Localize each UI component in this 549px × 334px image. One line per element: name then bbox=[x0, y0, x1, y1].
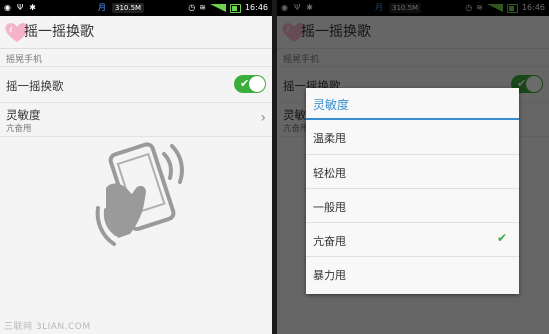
dialog-title: 灵敏度 bbox=[313, 98, 350, 112]
option-item[interactable]: 温柔甩 bbox=[306, 120, 519, 154]
battery-icon bbox=[229, 3, 241, 13]
divider bbox=[0, 66, 272, 67]
speed-indicator: 310.5M bbox=[112, 3, 145, 13]
option-item[interactable]: 轻松甩 bbox=[306, 154, 519, 189]
toggle-knob bbox=[249, 76, 265, 92]
debug-icon: ✱ bbox=[29, 3, 36, 12]
check-icon: ✔ bbox=[496, 231, 507, 245]
option-label: 一般甩 bbox=[313, 201, 346, 214]
carrier-badge: 月 bbox=[98, 3, 106, 12]
signal-icon bbox=[209, 4, 226, 12]
option-item-selected[interactable]: 亢奋甩 ✔ bbox=[306, 222, 519, 257]
sensitivity-dialog-screen: ◉ Ψ ✱ 月 310.5M ◷ ≋ 16:46 摇一摇换歌 摇晃手机 摇一摇换… bbox=[277, 0, 549, 334]
option-label: 亢奋甩 bbox=[313, 235, 346, 248]
status-bar: ◉ Ψ ✱ 月 310.5M ◷ ≋ 16:46 bbox=[0, 0, 272, 16]
action-bar: 摇一摇换歌 bbox=[0, 16, 272, 49]
sensitivity-dialog: 灵敏度 温柔甩 轻松甩 一般甩 亢奋甩 ✔ 暴力甩 bbox=[306, 88, 519, 294]
divider bbox=[0, 136, 272, 137]
sensitivity-label: 灵敏度 bbox=[6, 108, 41, 122]
section-header: 摇晃手机 bbox=[6, 55, 43, 65]
shake-toggle-switch[interactable]: ✔ bbox=[234, 75, 266, 93]
alarm-icon: ◷ bbox=[188, 3, 196, 12]
check-icon: ✔ bbox=[240, 77, 250, 90]
watermark: 三联网 3LIAN.COM bbox=[4, 322, 91, 332]
option-label: 暴力甩 bbox=[313, 269, 346, 282]
option-label: 温柔甩 bbox=[313, 132, 346, 145]
shake-phone-icon bbox=[95, 142, 184, 246]
option-item[interactable]: 一般甩 bbox=[306, 188, 519, 223]
sensitivity-value: 亢奋甩 bbox=[6, 124, 32, 134]
shake-toggle-label: 摇一摇换歌 bbox=[6, 79, 64, 93]
settings-screen: ◉ Ψ ✱ 月 310.5M ◷ ≋ 16:46 摇一摇换歌 摇晃手机 摇一摇换… bbox=[0, 0, 272, 334]
chevron-right-icon: › bbox=[260, 110, 266, 126]
page-title: 摇一摇换歌 bbox=[24, 24, 94, 40]
notification-icon: ◉ bbox=[4, 3, 11, 12]
wifi-icon: ≋ bbox=[199, 3, 206, 12]
option-label: 轻松甩 bbox=[313, 167, 346, 180]
clock: 16:46 bbox=[244, 3, 268, 12]
usb-icon: Ψ bbox=[16, 3, 24, 12]
divider bbox=[0, 102, 272, 103]
option-item[interactable]: 暴力甩 bbox=[306, 256, 519, 291]
